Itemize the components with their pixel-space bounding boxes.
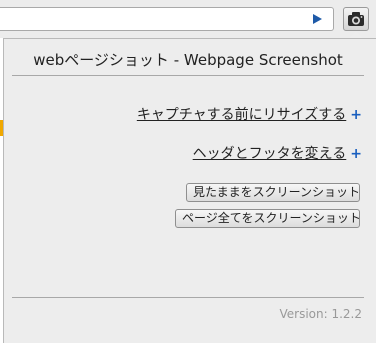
version-label: Version: 1.2.2 xyxy=(279,307,362,321)
screenshot-visible-button[interactable]: 見たままをスクリーンショット xyxy=(186,183,360,202)
address-bar[interactable] xyxy=(0,7,334,31)
webpage-screenshot-extension-button[interactable] xyxy=(343,7,369,31)
footer-divider xyxy=(12,297,364,298)
browser-toolbar xyxy=(0,0,376,38)
resize-before-capture-link[interactable]: キャプチャする前にリサイズする xyxy=(137,107,346,123)
play-triangle-icon xyxy=(313,14,322,24)
title-divider xyxy=(12,75,364,76)
header-footer-expand-plus[interactable]: + xyxy=(350,146,362,162)
popup-title: webページショット - Webpage Screenshot xyxy=(33,51,343,69)
resize-expand-plus[interactable]: + xyxy=(350,107,362,123)
resize-before-capture-row: キャプチャする前にリサイズする + xyxy=(137,104,362,124)
go-button[interactable] xyxy=(305,9,329,29)
camera-icon xyxy=(348,12,364,26)
screenshot-full-page-button[interactable]: ページ全てをスクリーンショット xyxy=(175,209,361,228)
extension-popup: webページショット - Webpage Screenshot キャプチャする前… xyxy=(3,38,376,343)
change-header-footer-link[interactable]: ヘッダとフッタを変える xyxy=(193,146,347,162)
change-header-footer-row: ヘッダとフッタを変える + xyxy=(193,143,362,163)
